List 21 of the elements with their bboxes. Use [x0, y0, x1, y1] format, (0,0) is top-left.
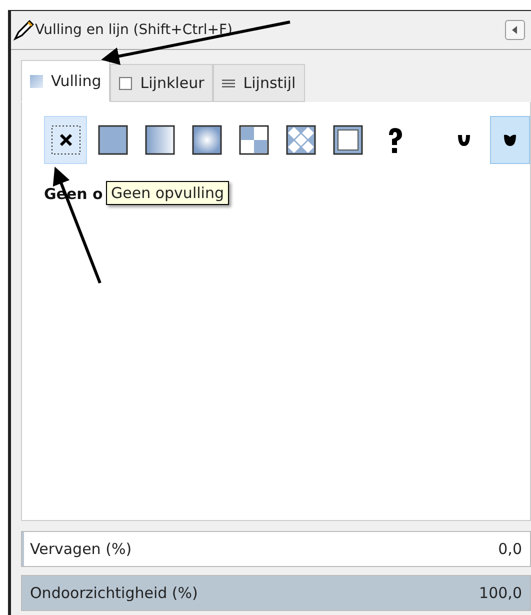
window-title: Vulling en lijn (Shift+Ctrl+F)	[35, 22, 234, 38]
slider-value: 100,0	[479, 584, 522, 602]
slider-value: 0,0	[498, 540, 522, 558]
tab[interactable]: Lijnstijl	[213, 64, 305, 102]
fill-type-button[interactable]	[44, 116, 87, 164]
tab[interactable]: Vulling	[21, 60, 110, 102]
square-outline-icon	[119, 76, 132, 90]
lines-icon	[222, 76, 236, 90]
pen-icon	[13, 19, 35, 41]
slider-label: Vervagen (%)	[30, 540, 132, 558]
slider[interactable]: Vervagen (%) 0,0	[21, 531, 531, 567]
tooltip: Geen opvulling	[106, 181, 229, 205]
horseshoe-icon	[456, 132, 472, 148]
tab[interactable]: Lijnkleur	[110, 64, 214, 102]
square-icon	[30, 74, 43, 88]
heart-icon	[502, 132, 518, 148]
triangle-left-icon	[510, 25, 520, 35]
collapse-button[interactable]	[505, 20, 525, 40]
fill-rule-button[interactable]	[490, 116, 530, 164]
slider[interactable]: Ondoorzichtigheid (%) 100,0	[21, 575, 531, 611]
slider-label: Ondoorzichtigheid (%)	[30, 584, 198, 602]
